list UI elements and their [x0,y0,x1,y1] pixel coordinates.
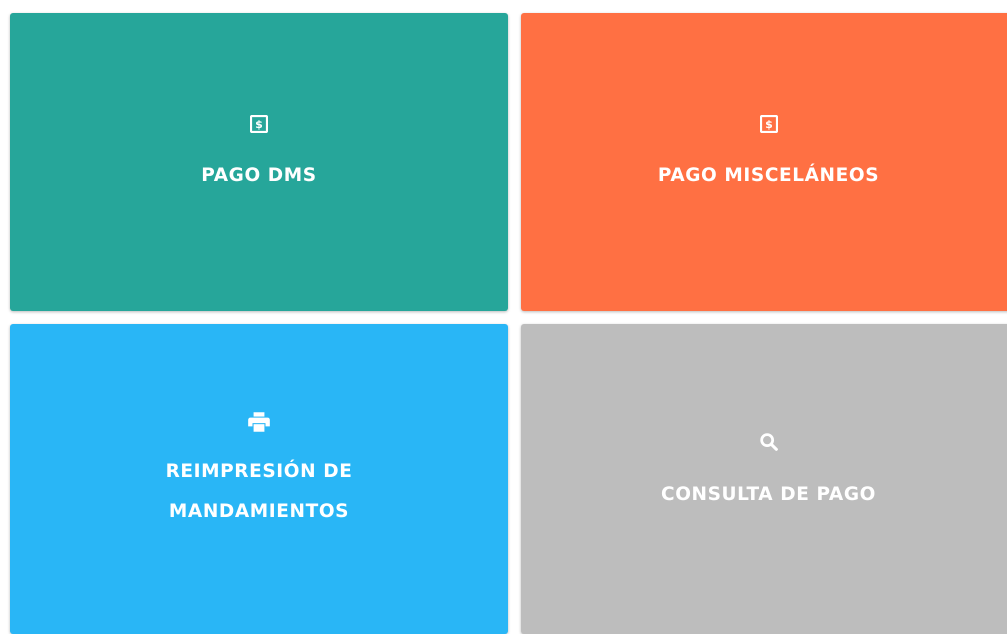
reimpresion-label-line1: REIMPRESIÓN DE [165,461,353,482]
reimpresion-label: REIMPRESIÓN DE MANDAMIENTOS [166,452,353,532]
money-icon: $ [250,114,268,134]
pago-dms-label: PAGO DMS [201,165,317,186]
money-icon: $ [759,114,778,134]
pago-dms-tile[interactable]: $ PAGO DMS [10,13,508,311]
svg-text:$: $ [765,118,773,131]
pago-miscelaneos-label: PAGO MISCELÁNEOS [657,165,880,186]
reimpresion-mandamientos-tile[interactable]: REIMPRESIÓN DE MANDAMIENTOS [10,324,508,634]
consulta-de-pago-tile[interactable]: CONSULTA DE PAGO [521,324,1007,634]
consulta-de-pago-label: CONSULTA DE PAGO [661,484,876,505]
svg-text:$: $ [255,118,263,131]
print-icon [246,408,272,436]
reimpresion-label-line2: MANDAMIENTOS [168,501,350,522]
pago-miscelaneos-tile[interactable]: $ PAGO MISCELÁNEOS [521,13,1007,311]
search-icon [758,431,780,453]
